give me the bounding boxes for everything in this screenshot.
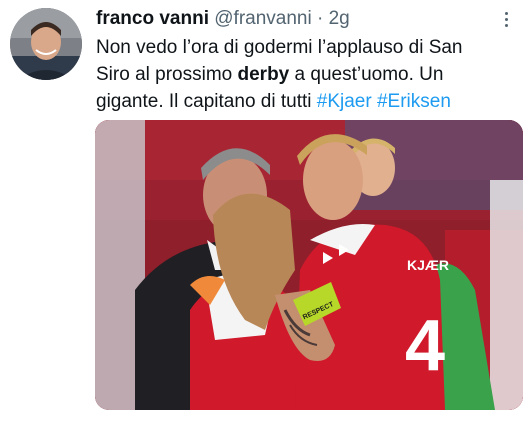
separator-dot: · — [317, 8, 324, 29]
jersey-number-text: 4 — [405, 306, 445, 386]
author-handle[interactable]: @franvanni — [214, 8, 311, 29]
jersey-name-text: KJÆR — [407, 257, 449, 273]
tweet-text-line-1: Non vedo l’ora di godermi l’applauso di … — [96, 37, 463, 58]
bold-word: derby — [237, 64, 290, 85]
avatar-image — [10, 8, 82, 80]
hashtag-eriksen[interactable]: #Eriksen — [377, 91, 451, 112]
text-segment: gigante. Il capitano di tutti — [96, 91, 317, 112]
text-segment: a quest’uomo. Un — [289, 64, 444, 85]
photo-illustration: KJÆR4RESPECT — [95, 120, 523, 410]
tweet-header: franco vanni @franvanni · 2g — [96, 8, 350, 30]
tweet-text-line-2: Siro al prossimo derby a quest’uomo. Un — [96, 61, 516, 88]
author-name[interactable]: franco vanni — [96, 8, 209, 29]
tweet-card[interactable]: franco vanni @franvanni · 2g Non vedo l’… — [0, 0, 528, 425]
hashtag-kjaer[interactable]: #Kjaer — [317, 91, 372, 112]
more-vertical-icon[interactable] — [496, 8, 516, 30]
tweet-photo[interactable]: KJÆR 4 RESPECT — [95, 120, 523, 410]
tweet-text: Non vedo l’ora di godermi l’applauso di … — [96, 34, 516, 115]
tweet-text-line-3: gigante. Il capitano di tutti #Kjaer #Er… — [96, 88, 516, 115]
text-segment: Siro al prossimo — [96, 64, 238, 85]
tweet-time[interactable]: 2g — [329, 8, 350, 29]
avatar[interactable] — [10, 8, 82, 80]
